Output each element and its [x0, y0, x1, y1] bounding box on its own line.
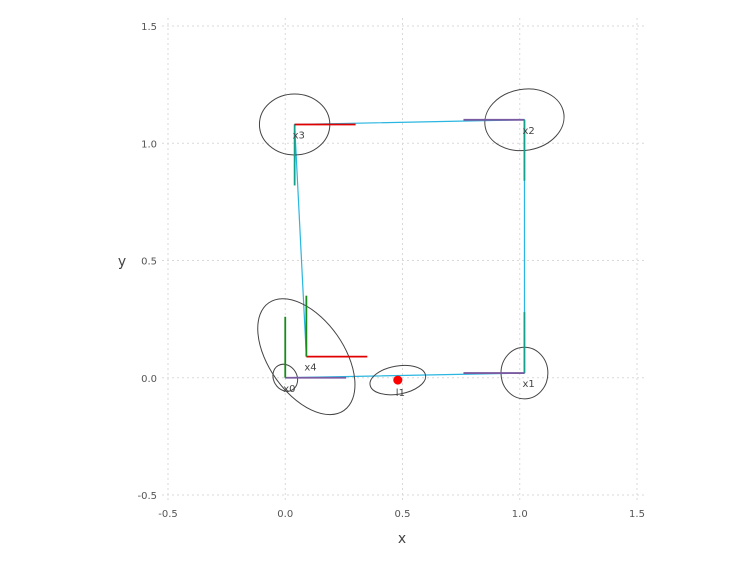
y-tick-label: 0.0: [141, 374, 157, 385]
y-tick-label: 1.0: [141, 139, 157, 150]
trajectory: [285, 119, 526, 379]
landmark-point: [393, 375, 403, 385]
pose-label: x3: [293, 130, 305, 141]
tick-labels: -0.5 0.0 0.5 1.0 1.5 -0.5 0.0 0.5 1.0 1.5: [137, 22, 644, 520]
grid: [162, 18, 645, 501]
pose-frames: [284, 118, 526, 379]
landmarks: [393, 375, 403, 385]
x-tick-label: 0.0: [277, 509, 293, 520]
pose-label: x0: [283, 384, 295, 395]
pose-label: x2: [522, 126, 534, 137]
landmark-label: l1: [396, 388, 405, 399]
pose-label: x4: [304, 363, 316, 374]
y-tick-label: -0.5: [137, 491, 157, 502]
x-tick-label: -0.5: [158, 509, 178, 520]
x-tick-label: 1.5: [629, 509, 645, 520]
point-labels: x0 x1 x2 x3 x4 l1: [283, 126, 534, 399]
x-axis-label: x: [398, 531, 406, 547]
pose-label: x1: [522, 379, 534, 390]
x-tick-label: 1.0: [512, 509, 528, 520]
y-tick-label: 0.5: [141, 257, 157, 268]
y-axis-label: y: [118, 254, 126, 270]
trajectory-line: [285, 119, 526, 379]
y-tick-label: 1.5: [141, 22, 157, 33]
slam-plot: -0.5 0.0 0.5 1.0 1.5-0.50.00.51.01.5 x0 x1x2x…: [118, 18, 645, 547]
x-tick-label: 0.5: [395, 509, 411, 520]
